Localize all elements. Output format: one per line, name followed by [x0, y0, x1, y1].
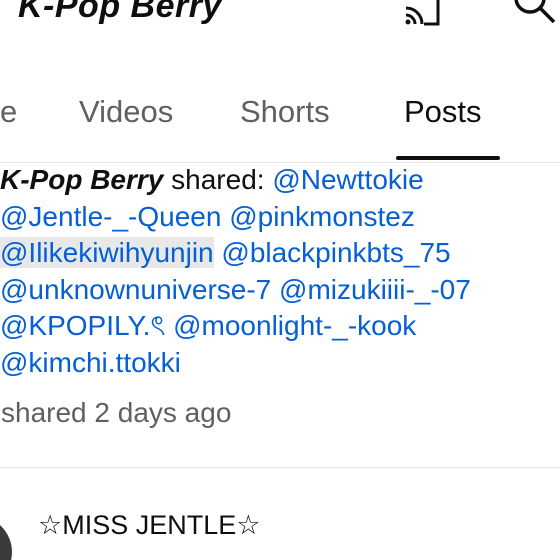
mention-link[interactable]: @Ilikekiwihyunjin — [0, 237, 214, 268]
channel-title: K-Pop Berry — [18, 0, 222, 25]
mention-link[interactable]: @Newttokie — [272, 164, 423, 195]
mention-link[interactable]: @mizukiiii-_-07 — [279, 274, 471, 305]
tab-videos[interactable]: Videos — [79, 92, 173, 132]
mention-link[interactable]: @moonlight-_-kook — [173, 310, 416, 341]
tab-posts[interactable]: Posts — [404, 92, 482, 132]
channel-posts-page: K-Pop Berry e Videos Shorts Posts K-Pop … — [0, 0, 560, 560]
post-divider — [0, 467, 560, 468]
avatar[interactable] — [0, 516, 12, 560]
mention-link[interactable]: @Jentle-_-Queen — [0, 201, 221, 232]
post-line: K-Pop Berry shared: @Newttokie — [0, 162, 560, 199]
selected-tab-indicator — [396, 156, 500, 160]
next-post-author[interactable]: ☆MISS JENTLE☆ — [38, 508, 260, 542]
cast-icon[interactable] — [404, 0, 442, 28]
tab-partial[interactable]: e — [0, 92, 17, 132]
search-icon[interactable] — [508, 0, 556, 28]
mention-link[interactable]: @KPOPILY.ৎ — [0, 310, 165, 341]
shared-label: shared: — [163, 164, 273, 195]
mention-link[interactable]: @unknownuniverse-7 — [0, 274, 271, 305]
mention-link[interactable]: @pinkmonstez — [229, 201, 415, 232]
mention-link[interactable]: @kimchi.ttokki — [0, 347, 181, 378]
post-line: @KPOPILY.ৎ @moonlight-_-kook — [0, 308, 560, 345]
post-body: K-Pop Berry shared: @Newttokie @Jentle-_… — [0, 162, 560, 381]
post-author[interactable]: K-Pop Berry — [0, 164, 163, 195]
post-line: @unknownuniverse-7 @mizukiiii-_-07 — [0, 272, 560, 309]
channel-tabs: e Videos Shorts Posts — [0, 84, 560, 163]
post-line: @Ilikekiwihyunjin @blackpinkbts_75 — [0, 235, 560, 272]
mention-link[interactable]: @blackpinkbts_75 — [221, 237, 450, 268]
post-timestamp: shared 2 days ago — [1, 397, 232, 428]
channel-header: K-Pop Berry — [0, 0, 560, 30]
post-line: @Jentle-_-Queen @pinkmonstez — [0, 199, 560, 236]
post-line: @kimchi.ttokki — [0, 345, 560, 382]
tab-shorts[interactable]: Shorts — [240, 92, 330, 132]
